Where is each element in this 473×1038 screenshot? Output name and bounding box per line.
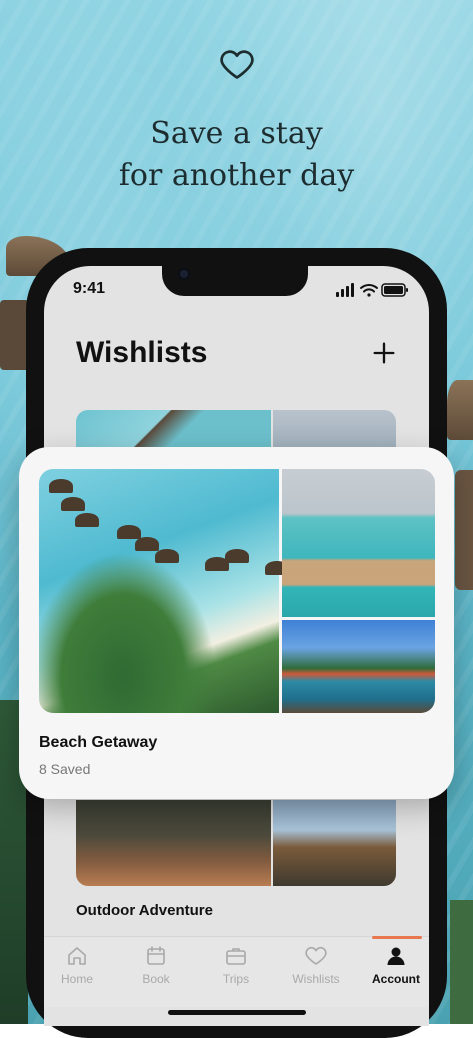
- suitcase-icon: [226, 948, 246, 965]
- wishlist-card-top-image-2[interactable]: [273, 410, 396, 450]
- front-camera: [178, 268, 190, 280]
- tab-home[interactable]: Home: [42, 944, 112, 986]
- beach-photo-resort[interactable]: [282, 469, 435, 617]
- heart-icon: [305, 946, 327, 965]
- bungalow-right: [447, 380, 473, 440]
- wishlist-count-beach: 8 Saved: [39, 761, 91, 777]
- tab-book[interactable]: Book: [121, 944, 191, 986]
- tab-label: Trips: [222, 972, 250, 986]
- outdoor-adventure-image-2[interactable]: [273, 800, 396, 886]
- wishlist-card-top-image[interactable]: [76, 410, 271, 450]
- hero-title-line1: Save a stay: [150, 116, 323, 151]
- tab-label: Wishlists: [292, 972, 340, 986]
- person-icon: [387, 947, 405, 965]
- beach-main-photo[interactable]: [39, 469, 289, 713]
- plus-icon: [373, 342, 395, 364]
- calendar-icon: [147, 946, 165, 965]
- status-time: 9:41: [73, 280, 106, 297]
- wishlist-title-beach[interactable]: Beach Getaway: [39, 734, 157, 752]
- outdoor-adventure-image[interactable]: [76, 800, 271, 886]
- beach-photo-pool[interactable]: [282, 620, 435, 713]
- wishlist-title-outdoor[interactable]: Outdoor Adventure: [76, 902, 213, 919]
- battery-icon: [381, 283, 408, 297]
- tab-label: Book: [142, 972, 170, 986]
- cellular-signal-icon: [336, 283, 354, 297]
- tab-wishlists[interactable]: Wishlists: [281, 944, 351, 986]
- hero-title-line2: for another day: [118, 158, 355, 193]
- home-icon: [68, 947, 86, 965]
- home-indicator: [168, 1010, 306, 1015]
- tab-trips[interactable]: Trips: [201, 944, 271, 986]
- status-icons: [336, 283, 408, 297]
- add-wishlist-button[interactable]: [370, 339, 398, 367]
- active-tab-indicator: [372, 936, 422, 939]
- wifi-icon: [360, 284, 378, 297]
- tab-label: Account: [372, 972, 420, 986]
- heart-outline-icon: [220, 50, 254, 79]
- bungalow-right-lower: [455, 470, 473, 590]
- palm-right: [450, 900, 473, 1024]
- tab-label: Home: [60, 972, 93, 986]
- page-title: Wishlists: [76, 336, 208, 369]
- tab-account[interactable]: Account: [361, 944, 431, 986]
